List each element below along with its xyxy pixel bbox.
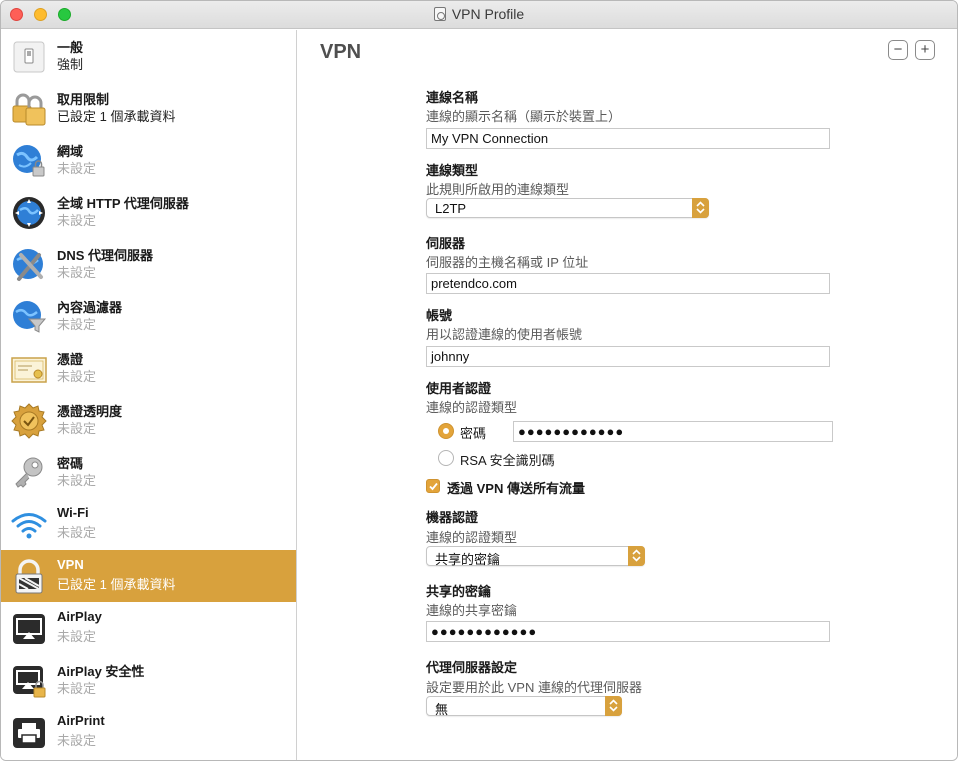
proxy-setup-select[interactable]: 無 — [426, 696, 622, 717]
vpn-payload-panel: VPN − + 連線名稱 連線的顯示名稱（顯示於裝置上） My VPN Conn… — [298, 30, 957, 760]
user-password-field[interactable]: ●●●●●●●●●●●● — [513, 421, 833, 442]
user-auth-description: 連線的認證類型 — [426, 400, 518, 415]
sidebar-item-subtitle: 已設定 1 個承載資料 — [57, 577, 176, 592]
account-field[interactable]: johnny — [426, 346, 830, 367]
sidebar-item-title: AirPlay — [57, 609, 102, 624]
sidebar-item-subtitle: 未設定 — [57, 525, 97, 540]
machine-auth-select[interactable]: 共享的密鑰 — [426, 546, 645, 567]
sidebar-item-subtitle: 未設定 — [57, 161, 97, 176]
sidebar-item-subtitle: 強制 — [57, 57, 84, 72]
server-label: 伺服器 — [426, 236, 466, 251]
sidebar-item-subtitle: 未設定 — [57, 265, 97, 280]
server-description: 伺服器的主機名稱或 IP 位址 — [426, 255, 589, 270]
account-description: 用以認證連線的使用者帳號 — [426, 327, 583, 342]
shared-secret-field[interactable]: ●●●●●●●●●●●● — [426, 621, 830, 642]
sidebar-item-title: AirPrint — [57, 713, 105, 728]
sidebar-item-subtitle: 未設定 — [57, 421, 97, 436]
vpn-lock-icon — [15, 559, 43, 594]
sidebar-item-airplay[interactable]: AirPlay 未設定 — [1, 602, 296, 654]
sidebar-item-wifi[interactable]: Wi-Fi 未設定 — [1, 498, 296, 550]
connection-name-field[interactable]: My VPN Connection — [426, 128, 830, 149]
remove-payload-button[interactable]: − — [888, 40, 908, 60]
sidebar-item-subtitle: 未設定 — [57, 369, 97, 384]
sidebar-item-global-http-proxy[interactable]: 全域 HTTP 代理伺服器 未設定 — [1, 186, 296, 238]
sidebar-item-subtitle: 未設定 — [57, 473, 97, 488]
user-auth-label: 使用者認證 — [426, 381, 492, 396]
checkmark-icon — [429, 482, 438, 491]
send-all-traffic-checkbox[interactable] — [426, 479, 440, 493]
general-icon — [13, 41, 45, 73]
window-title-area: VPN Profile — [1, 6, 957, 22]
sidebar-item-domains[interactable]: 網域 未設定 — [1, 134, 296, 186]
password-radio-label: 密碼 — [460, 426, 487, 441]
proxy-setup-label: 代理伺服器設定 — [426, 660, 518, 675]
sidebar-item-dns-proxy[interactable]: DNS 代理伺服器 未設定 — [1, 238, 296, 290]
sidebar-item-certificate-transparency[interactable]: 憑證透明度 未設定 — [1, 394, 296, 446]
page-title: VPN — [320, 41, 362, 63]
connection-type-description: 此規則所啟用的連線類型 — [426, 182, 570, 197]
proxy-setup-description: 設定要用於此 VPN 連線的代理伺服器 — [426, 680, 642, 695]
airplay-icon — [13, 614, 45, 644]
profile-document-icon — [433, 7, 446, 21]
machine-auth-label: 機器認證 — [426, 510, 479, 525]
machine-auth-description: 連線的認證類型 — [426, 530, 518, 545]
sidebar-item-subtitle: 未設定 — [57, 629, 97, 644]
server-field[interactable]: pretendco.com — [426, 273, 830, 294]
account-label: 帳號 — [426, 308, 453, 323]
password-radio[interactable] — [438, 423, 454, 439]
title-bar: VPN Profile — [1, 1, 957, 29]
sidebar-item-passcode[interactable]: 密碼 未設定 — [1, 446, 296, 498]
chevron-updown-icon — [692, 198, 709, 218]
sidebar-item-subtitle: 未設定 — [57, 213, 97, 228]
sidebar-item-subtitle: 已設定 1 個承載資料 — [57, 109, 176, 124]
sidebar-item-content-filter[interactable]: 內容過濾器 未設定 — [1, 290, 296, 342]
app-window: VPN Profile 一般 強制 取用限制 已設定 1 個承載資料 網域 未設… — [0, 0, 958, 761]
connection-name-label: 連線名稱 — [426, 90, 479, 105]
connection-type-select[interactable]: L2TP — [426, 198, 709, 218]
rsa-securid-radio[interactable] — [438, 450, 454, 466]
machine-auth-value: 共享的密鑰 — [435, 552, 501, 567]
chevron-updown-icon — [628, 546, 645, 566]
connection-type-label: 連線類型 — [426, 163, 479, 178]
add-payload-button[interactable]: + — [915, 40, 935, 60]
sidebar-item-general[interactable]: 一般 強制 — [1, 30, 296, 82]
content-filter-icon — [13, 301, 47, 333]
sidebar-item-subtitle: 未設定 — [57, 733, 97, 748]
sidebar-item-restrictions[interactable]: 取用限制 已設定 1 個承載資料 — [1, 82, 296, 134]
airplay-security-icon — [13, 666, 46, 698]
airprint-icon — [13, 718, 45, 748]
restrictions-icon — [12, 93, 46, 126]
passcode-key-icon — [15, 457, 43, 488]
proxy-setup-value: 無 — [435, 702, 449, 717]
sidebar-item-subtitle: 未設定 — [57, 681, 97, 696]
rsa-securid-radio-label: RSA 安全識別碼 — [460, 453, 555, 468]
domains-icon — [13, 145, 45, 177]
shared-secret-label: 共享的密鑰 — [426, 584, 492, 599]
sidebar-item-certificate[interactable]: 憑證 未設定 — [1, 342, 296, 394]
sidebar-item-title: Wi-Fi — [57, 505, 89, 520]
sidebar-item-subtitle: 未設定 — [57, 317, 97, 332]
shared-secret-description: 連線的共享密鑰 — [426, 603, 518, 618]
dns-proxy-icon — [13, 249, 43, 281]
connection-name-description: 連線的顯示名稱（顯示於裝置上） — [426, 109, 622, 124]
global-http-proxy-icon — [13, 197, 45, 229]
certificate-transparency-icon — [11, 403, 47, 439]
payload-sidebar: 一般 強制 取用限制 已設定 1 個承載資料 網域 未設定 全域 HTTP 代理… — [1, 30, 297, 760]
sidebar-item-airplay-security[interactable]: AirPlay 安全性 未設定 — [1, 654, 296, 706]
wifi-icon — [11, 513, 47, 539]
send-all-traffic-label: 透過 VPN 傳送所有流量 — [447, 481, 585, 496]
connection-type-value: L2TP — [435, 201, 467, 216]
chevron-updown-icon — [605, 696, 622, 716]
window-title: VPN Profile — [451, 6, 525, 22]
sidebar-item-vpn[interactable]: VPN 已設定 1 個承載資料 — [1, 550, 296, 602]
certificate-icon — [11, 357, 47, 383]
sidebar-item-airprint[interactable]: AirPrint 未設定 — [1, 706, 296, 758]
sidebar-item-title: VPN — [57, 557, 84, 572]
